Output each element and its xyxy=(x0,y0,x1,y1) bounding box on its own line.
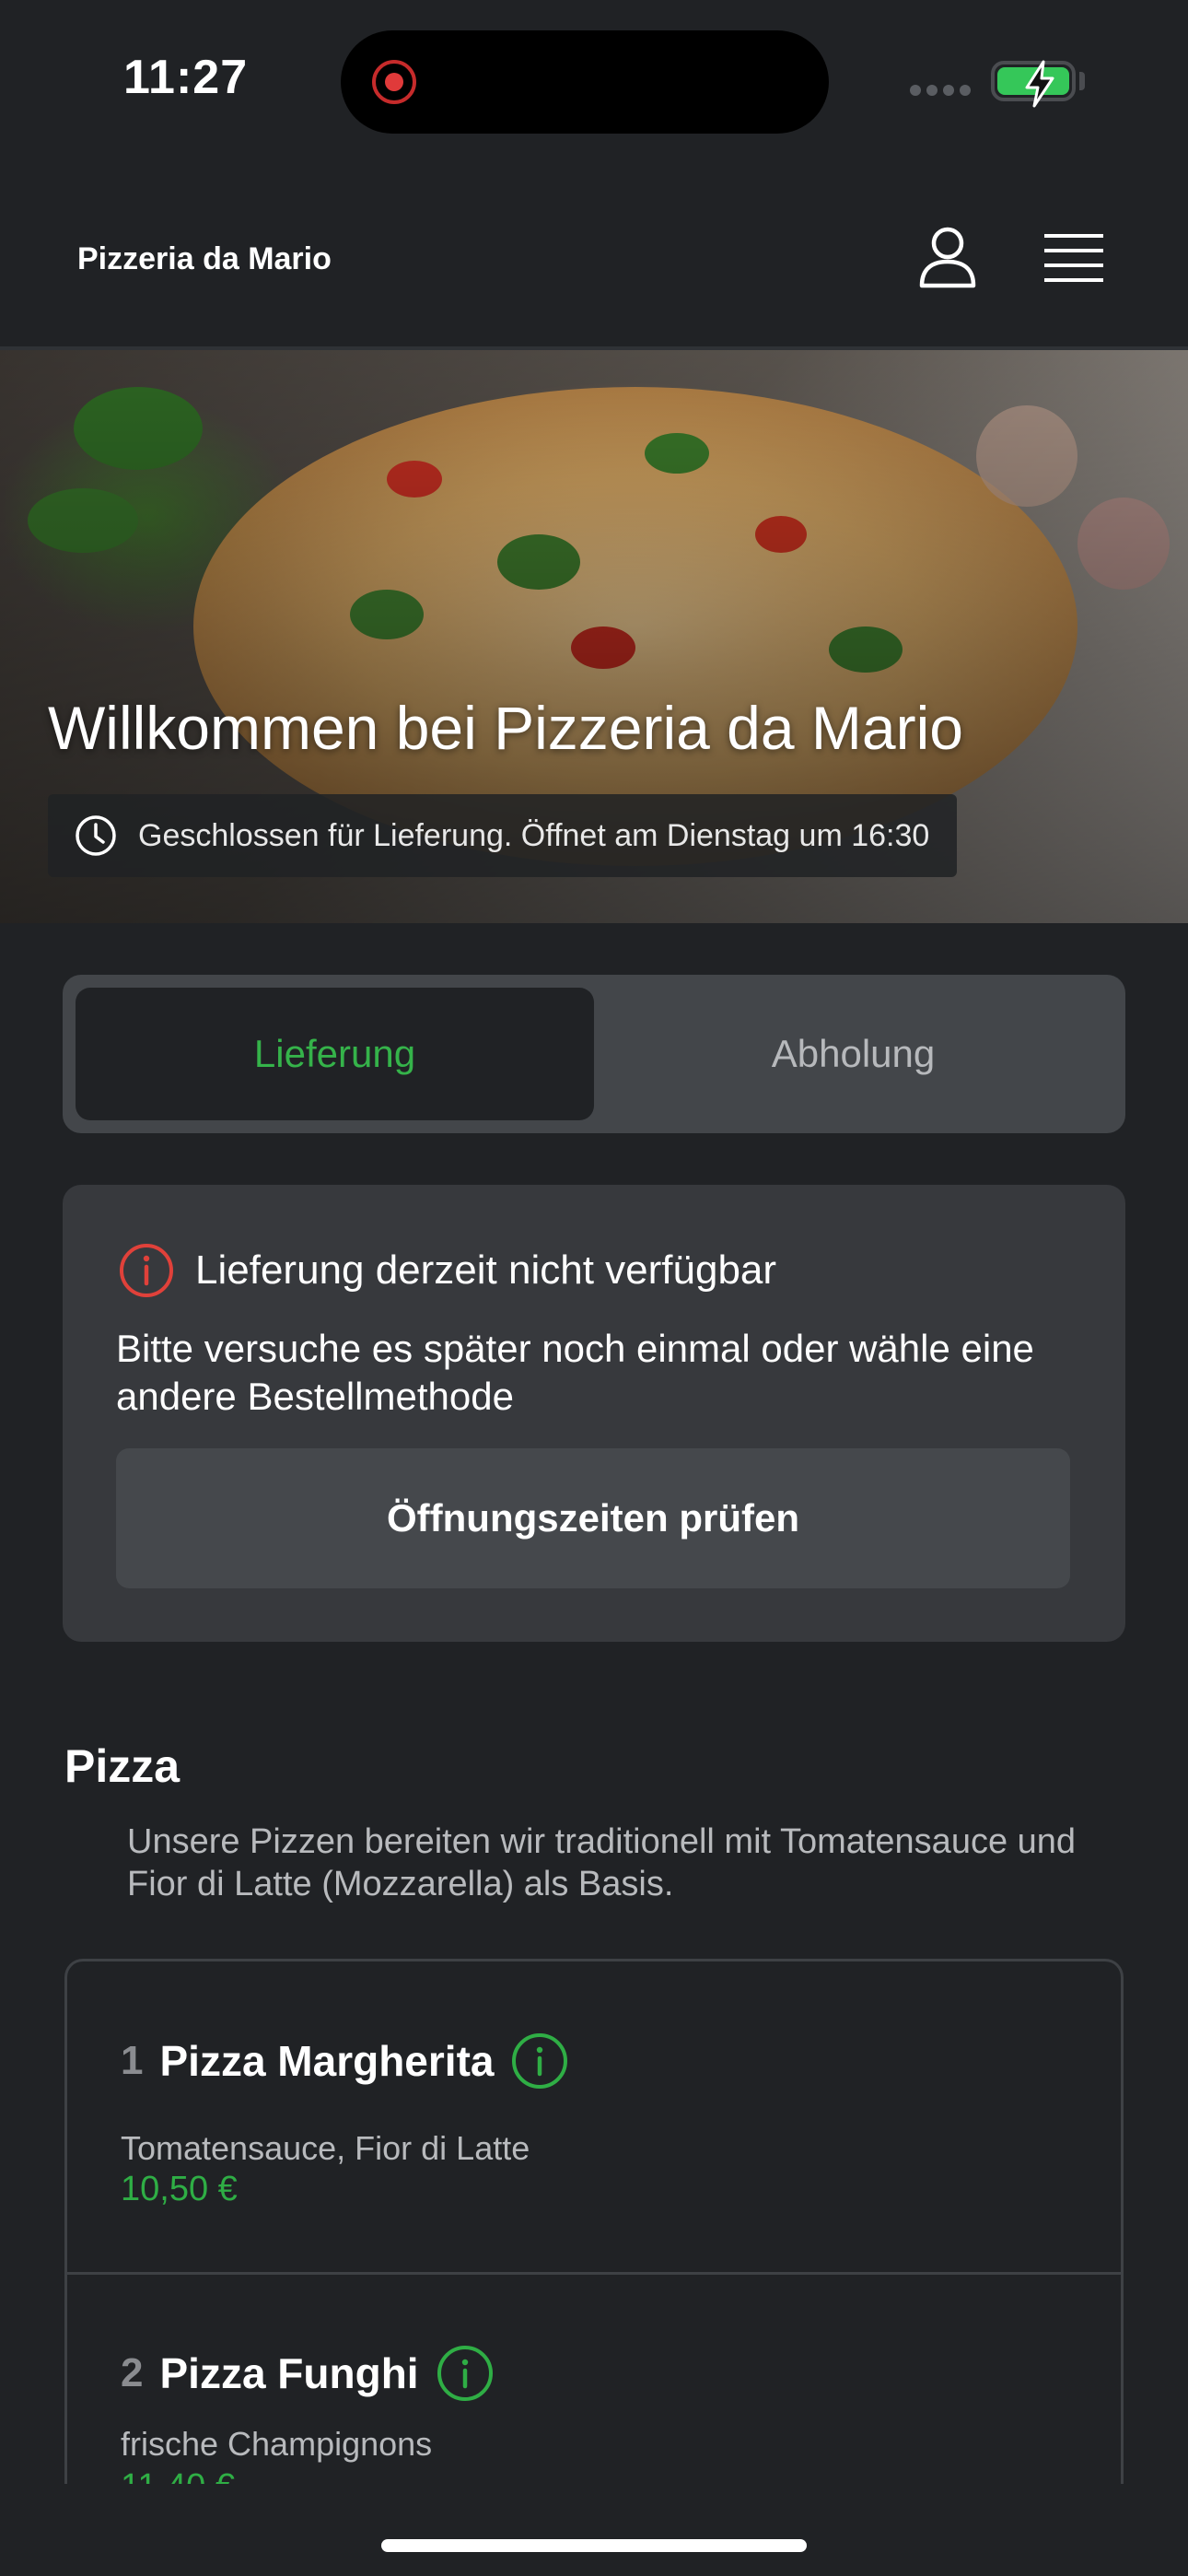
app-header: Pizzeria da Mario xyxy=(0,157,1188,350)
signal-icon xyxy=(910,85,971,96)
brand-name[interactable]: Pizzeria da Mario xyxy=(77,241,332,277)
item-name: Pizza Margherita xyxy=(159,2037,495,2085)
item-number: 1 xyxy=(121,2038,144,2083)
item-name: Pizza Funghi xyxy=(159,2349,419,2397)
bottom-safe-area xyxy=(0,2484,1188,2576)
home-indicator[interactable] xyxy=(381,2539,807,2552)
alert-message: Bitte versuche es später noch einmal ode… xyxy=(116,1327,1034,1418)
recording-indicator-icon xyxy=(372,60,416,104)
check-opening-hours-button[interactable]: Öffnungszeiten prüfen xyxy=(116,1448,1070,1588)
dynamic-island xyxy=(341,30,829,134)
status-bar: 11:27 xyxy=(0,0,1188,157)
order-mode-toggle: Lieferung Abholung xyxy=(63,975,1125,1133)
alert-header: Lieferung derzeit nicht verfügbar xyxy=(118,1242,776,1299)
section-title: Pizza xyxy=(64,1740,181,1792)
hamburger-menu-icon[interactable] xyxy=(1044,232,1103,282)
battery-icon xyxy=(991,60,1076,108)
charging-bolt-icon xyxy=(1025,60,1054,108)
clock-icon xyxy=(76,815,116,856)
hero-banner: Willkommen bei Pizzeria da Mario Geschlo… xyxy=(0,350,1188,923)
opening-status-badge: Geschlossen für Lieferung. Öffnet am Die… xyxy=(48,794,958,877)
item-price: 11,40 € xyxy=(121,2467,235,2484)
info-circle-icon xyxy=(120,1244,173,1297)
item-price: 10,50 € xyxy=(121,2170,238,2208)
item-description: frische Champignons xyxy=(121,2425,433,2463)
list-item[interactable]: 2 Pizza Funghi frische Champignons 11,40… xyxy=(67,2277,1121,2484)
tab-pickup[interactable]: Abholung xyxy=(594,988,1112,1120)
item-header: 2 Pizza Funghi xyxy=(121,2344,495,2403)
info-icon[interactable] xyxy=(510,2032,569,2090)
menu-item-list: 1 Pizza Margherita Tomatensauce, Fior di… xyxy=(64,1959,1124,2484)
opening-status-text: Geschlossen für Lieferung. Öffnet am Die… xyxy=(138,817,930,853)
person-icon[interactable] xyxy=(917,225,978,289)
delivery-unavailable-card: Lieferung derzeit nicht verfügbar Bitte … xyxy=(63,1185,1125,1642)
hero-title: Willkommen bei Pizzeria da Mario xyxy=(48,694,963,762)
status-time: 11:27 xyxy=(123,51,249,104)
info-icon[interactable] xyxy=(436,2344,495,2403)
tab-delivery[interactable]: Lieferung xyxy=(76,988,594,1120)
alert-title: Lieferung derzeit nicht verfügbar xyxy=(195,1247,777,1293)
item-header: 1 Pizza Margherita xyxy=(121,2032,569,2090)
list-item[interactable]: 1 Pizza Margherita Tomatensauce, Fior di… xyxy=(67,1961,1121,2275)
item-number: 2 xyxy=(121,2350,144,2395)
battery-tip xyxy=(1079,72,1085,90)
section-description: Unsere Pizzen bereiten wir traditionell … xyxy=(127,1822,1077,1903)
item-description: Tomatensauce, Fior di Latte xyxy=(121,2129,530,2167)
